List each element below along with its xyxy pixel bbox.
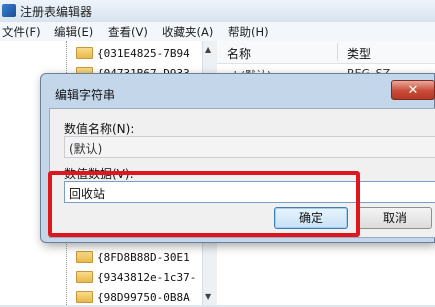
tree-item[interactable]: {8FD8B88D-30E1: [76, 247, 190, 267]
title-bar: 注册表编辑器: [0, 0, 435, 22]
folder-icon: [76, 271, 93, 283]
scroll-down-arrow-icon[interactable]: ▼: [205, 292, 211, 301]
dialog-title: 编辑字符串: [55, 88, 116, 102]
red-highlight-box: [48, 171, 360, 237]
cancel-button[interactable]: 取消: [358, 207, 432, 229]
column-name-header[interactable]: 名称: [227, 45, 251, 62]
menu-bar: 文件(F) 编辑(E) 查看(V) 收藏夹(A) 帮助(H): [0, 22, 435, 42]
column-separator[interactable]: [337, 43, 338, 61]
tree-item-label: {9343812e-1c37-: [97, 270, 197, 284]
menu-view[interactable]: 查看(V): [108, 24, 148, 40]
tree-item[interactable]: {9343812e-1c37-: [76, 267, 196, 287]
tree-item-label: {98D99750-0B8A: [97, 290, 190, 304]
folder-icon: [76, 291, 93, 303]
menu-edit[interactable]: 编辑(E): [54, 24, 93, 40]
window-title: 注册表编辑器: [20, 5, 93, 19]
tree-item-label: {031E4825-7B94: [97, 46, 190, 60]
scroll-up-arrow-icon[interactable]: ▲: [205, 45, 211, 54]
close-icon: ✕: [407, 83, 419, 98]
folder-icon: [76, 251, 93, 263]
tree-item[interactable]: {031E4825-7B94: [76, 43, 190, 63]
folder-icon: [76, 47, 93, 59]
regedit-app-icon: [2, 4, 16, 17]
menu-help[interactable]: 帮助(H): [228, 24, 269, 40]
value-name-field: (默认): [64, 136, 435, 158]
value-name-label: 数值名称(N):: [64, 122, 135, 136]
tree-item-label: {8FD8B88D-30E1: [97, 250, 190, 264]
tree-item[interactable]: {98D99750-0B8A: [76, 287, 190, 307]
column-header: 名称 类型: [217, 41, 435, 64]
column-type-header[interactable]: 类型: [347, 45, 371, 62]
close-button[interactable]: ✕: [391, 80, 435, 100]
menu-favorites[interactable]: 收藏夹(A): [162, 24, 213, 40]
menu-file[interactable]: 文件(F): [2, 24, 41, 40]
